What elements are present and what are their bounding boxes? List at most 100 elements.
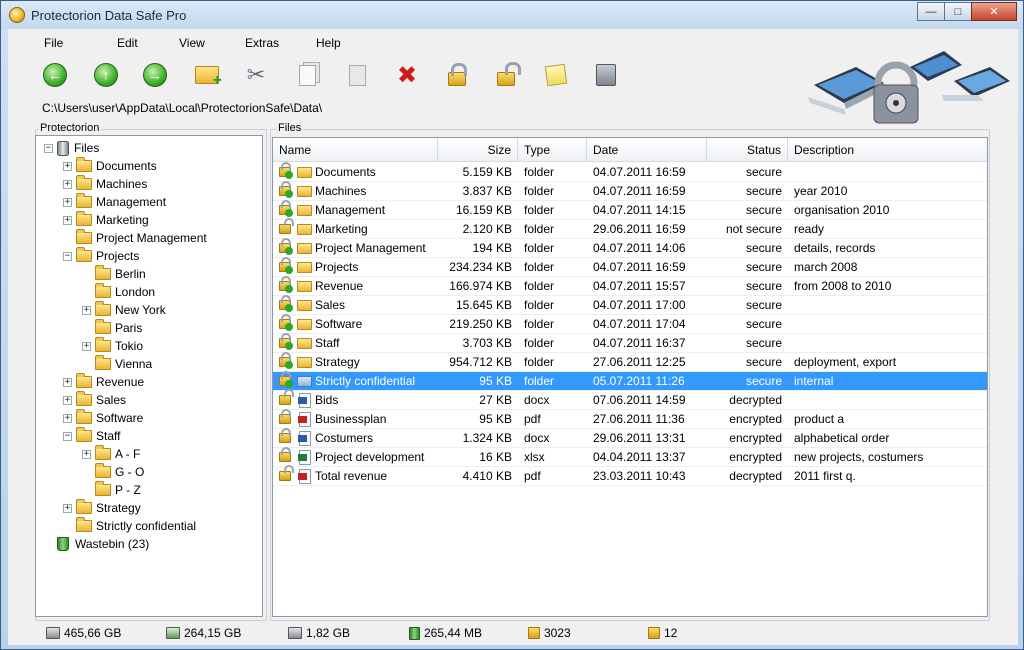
tree-item[interactable]: Vienna: [82, 355, 152, 373]
tree-item[interactable]: Strictly confidential: [63, 517, 196, 535]
tree-item[interactable]: − Staff: [63, 427, 120, 445]
cell-name: Projects: [315, 260, 359, 274]
cell-status: not secure: [725, 222, 782, 236]
tree-item[interactable]: + New York: [82, 301, 166, 319]
cell-type: folder: [524, 374, 555, 388]
cell-name: Sales: [315, 298, 346, 312]
close-button[interactable]: ✕: [971, 2, 1017, 21]
file-row[interactable]: Project Management 194 KB folder 04.07.2011…: [273, 238, 987, 258]
folder-icon: [95, 337, 111, 352]
cell-status: encrypted: [729, 431, 782, 445]
safe-button[interactable]: [593, 61, 619, 89]
file-row[interactable]: Total revenue 4.410 KB pdf 23.03.2011 10:43…: [273, 465, 987, 486]
tree-item-label: Strategy: [96, 501, 141, 515]
column-date[interactable]: Date: [587, 138, 707, 162]
folder-icon: [76, 193, 92, 208]
tree-item[interactable]: Project Management: [63, 229, 207, 247]
cell-size: 5.159 KB: [462, 165, 512, 179]
file-row[interactable]: Software 219.250 KB folder 04.07.2011 17:04…: [273, 314, 987, 334]
column-status[interactable]: Status: [707, 138, 788, 162]
expand-icon[interactable]: +: [63, 413, 72, 423]
cell-size: 95 KB: [479, 374, 512, 388]
file-row[interactable]: Machines 3.837 KB folder 04.07.2011 16:59 se…: [273, 181, 987, 201]
tree-item[interactable]: Berlin: [82, 265, 146, 283]
tree-item[interactable]: + A - F: [82, 445, 140, 463]
folder-icon: [297, 167, 312, 178]
file-row[interactable]: Management 16.159 KB folder 04.07.2011 14:1…: [273, 200, 987, 220]
minimize-button[interactable]: —: [917, 2, 945, 21]
cell-date: 04.04.2011 13:37: [593, 450, 686, 464]
file-row[interactable]: Strictly confidential 95 KB folder 05.07.20…: [273, 371, 987, 391]
expand-icon[interactable]: +: [63, 215, 72, 225]
expand-icon[interactable]: +: [63, 503, 72, 513]
file-row[interactable]: Projects 234.234 KB folder 04.07.2011 16:59…: [273, 257, 987, 277]
file-row[interactable]: Revenue 166.974 KB folder 04.07.2011 15:57 s…: [273, 276, 987, 296]
menu-view[interactable]: View: [179, 36, 205, 50]
file-list[interactable]: Name Size Type Date Status Description D…: [272, 137, 988, 617]
forward-button[interactable]: →: [142, 61, 168, 89]
column-type[interactable]: Type: [518, 138, 587, 162]
up-button[interactable]: ↑: [93, 61, 119, 89]
status-wastebin-size: 265,44 MB: [409, 626, 482, 640]
tree-item[interactable]: + Sales: [63, 391, 126, 409]
title-bar[interactable]: Protectorion Data Safe Pro — □ ✕: [1, 1, 1023, 29]
file-row[interactable]: Documents 5.159 KB folder 04.07.2011 16:59 s…: [273, 162, 987, 182]
tree-item[interactable]: Wastebin (23): [44, 535, 149, 553]
hdd-free-icon: [166, 627, 180, 639]
copy-button[interactable]: [294, 61, 320, 89]
tree-item[interactable]: + Documents: [63, 157, 157, 175]
file-row[interactable]: Staff 3.703 KB folder 04.07.2011 16:37 secur…: [273, 333, 987, 353]
file-row[interactable]: Project development 16 KB xlsx 04.04.2011 1…: [273, 447, 987, 467]
paste-button[interactable]: [344, 61, 370, 89]
menu-file[interactable]: File: [44, 36, 63, 50]
encrypt-button[interactable]: [444, 61, 470, 89]
decrypt-button[interactable]: [493, 61, 521, 89]
expand-icon[interactable]: +: [63, 395, 72, 405]
collapse-icon[interactable]: −: [63, 431, 72, 441]
expand-icon[interactable]: +: [63, 161, 72, 171]
maximize-button[interactable]: □: [944, 2, 972, 21]
new-folder-button[interactable]: [194, 61, 222, 90]
column-size[interactable]: Size: [438, 138, 518, 162]
file-row[interactable]: Costumers 1.324 KB docx 29.06.2011 13:31 enc…: [273, 428, 987, 448]
cut-button[interactable]: ✂: [243, 61, 269, 89]
tree-item[interactable]: + Revenue: [63, 373, 144, 391]
tree-item[interactable]: Paris: [82, 319, 142, 337]
collapse-icon[interactable]: −: [44, 143, 53, 153]
cell-description: march 2008: [794, 260, 858, 274]
cell-description: internal: [794, 374, 834, 388]
tree-item[interactable]: − Projects: [63, 247, 139, 265]
tree-item[interactable]: + Marketing: [63, 211, 149, 229]
tree-item[interactable]: + Machines: [63, 175, 147, 193]
tree-item[interactable]: London: [82, 283, 155, 301]
menu-help[interactable]: Help: [316, 36, 341, 50]
delete-button[interactable]: ✖: [394, 61, 420, 89]
collapse-icon[interactable]: −: [63, 251, 72, 261]
lock-icon: [279, 200, 293, 217]
tree-item[interactable]: − Files: [44, 139, 99, 157]
notes-button[interactable]: [543, 61, 569, 89]
file-row[interactable]: Strategy 954.712 KB folder 27.06.2011 12:25…: [273, 352, 987, 372]
column-name[interactable]: Name: [273, 138, 438, 162]
column-description[interactable]: Description: [788, 138, 987, 162]
expand-icon[interactable]: +: [82, 305, 91, 315]
file-row[interactable]: Marketing 2.120 KB folder 29.06.2011 16:59 n…: [273, 218, 987, 239]
expand-icon[interactable]: +: [63, 179, 72, 189]
expand-icon[interactable]: +: [63, 197, 72, 207]
expand-icon[interactable]: +: [82, 341, 91, 351]
tree-item[interactable]: G - O: [82, 463, 144, 481]
expand-icon[interactable]: +: [82, 449, 91, 459]
expand-icon[interactable]: +: [63, 377, 72, 387]
file-row[interactable]: Bids 27 KB docx 07.06.2011 14:59 decrypted: [273, 389, 987, 410]
file-row[interactable]: Sales 15.645 KB folder 04.07.2011 17:00 secu…: [273, 295, 987, 315]
folder-tree[interactable]: − Files + Documents + Machines + Management + Mar…: [35, 135, 263, 617]
menu-edit[interactable]: Edit: [117, 36, 138, 50]
back-button[interactable]: ←: [42, 61, 68, 89]
tree-item[interactable]: + Tokio: [82, 337, 143, 355]
tree-item[interactable]: + Strategy: [63, 499, 141, 517]
tree-item[interactable]: P - Z: [82, 481, 141, 499]
tree-item[interactable]: + Management: [63, 193, 166, 211]
menu-extras[interactable]: Extras: [245, 36, 279, 50]
file-row[interactable]: Businessplan 95 KB pdf 27.06.2011 11:36 encr…: [273, 409, 987, 429]
tree-item[interactable]: + Software: [63, 409, 143, 427]
